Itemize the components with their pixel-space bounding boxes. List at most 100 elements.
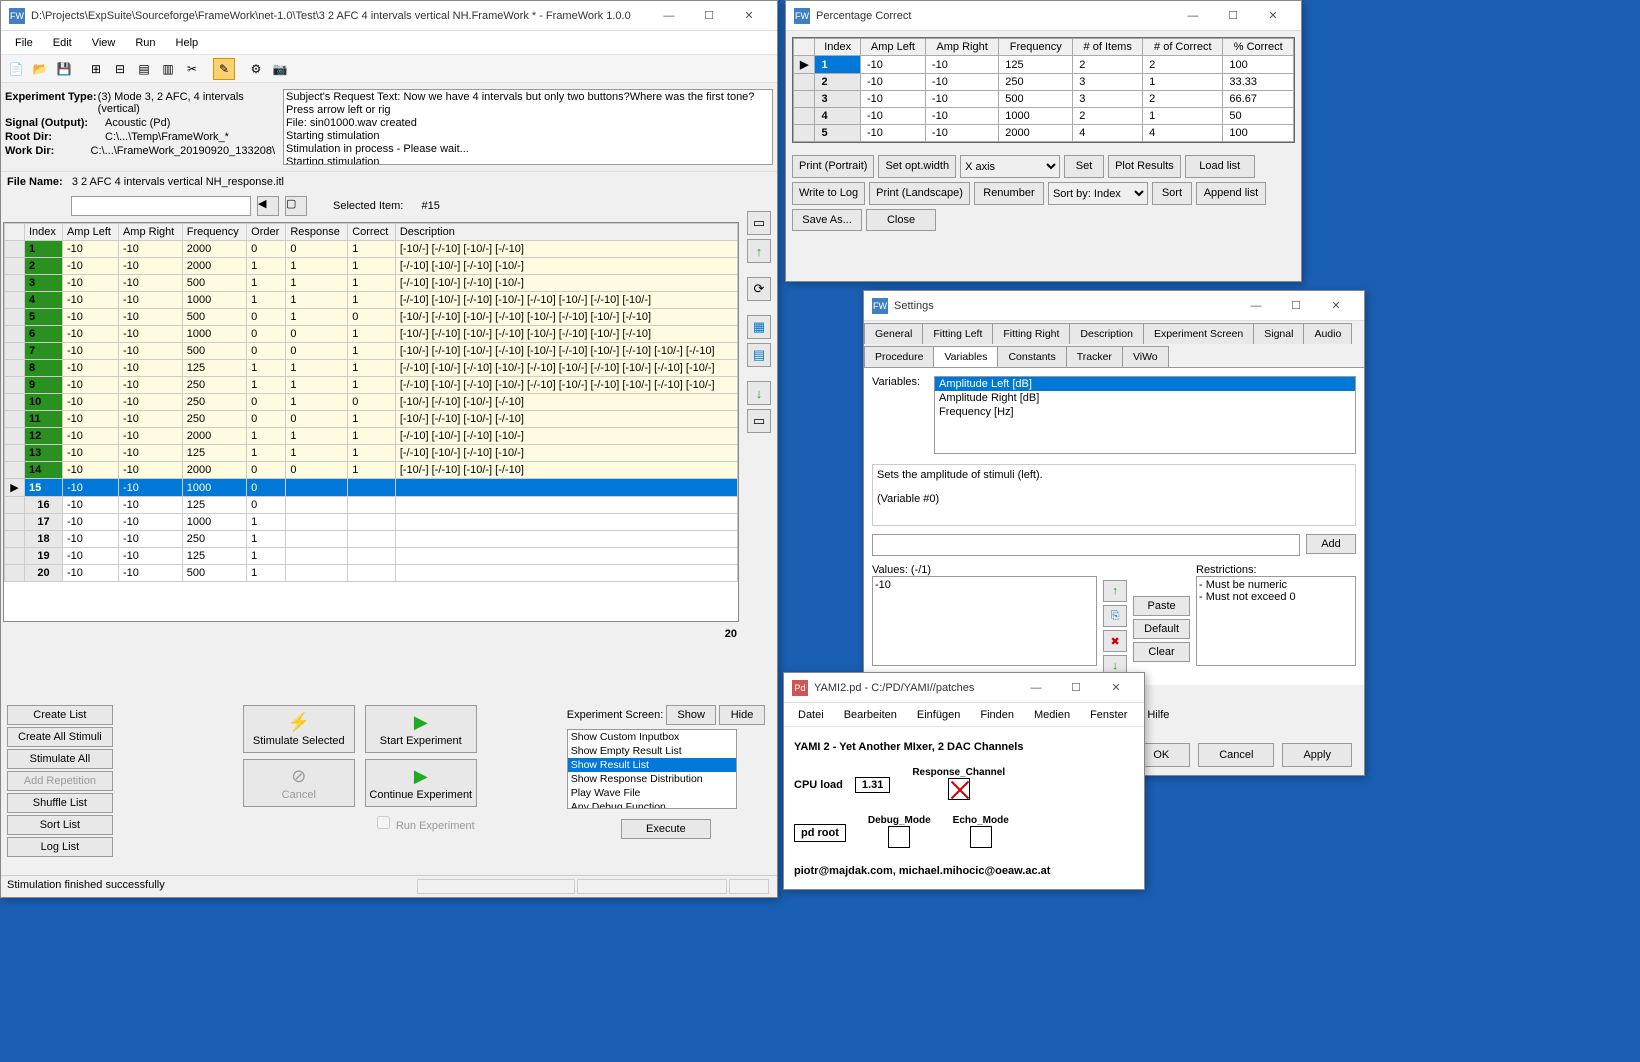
run-experiment-checkbox[interactable] — [377, 816, 390, 829]
close-icon[interactable]: ✕ — [729, 2, 769, 30]
new-variable-input[interactable] — [872, 534, 1300, 556]
tab[interactable]: Tracker — [1066, 346, 1123, 367]
tab[interactable]: Procedure — [864, 346, 934, 367]
close-button[interactable]: Close — [866, 209, 936, 231]
cancel-button[interactable]: Cancel — [1198, 743, 1274, 767]
highlight-icon[interactable]: ✎ — [213, 58, 235, 80]
pc-grid[interactable]: IndexAmp LeftAmp RightFrequency# of Item… — [792, 37, 1295, 143]
list-item[interactable]: Frequency [Hz] — [935, 405, 1355, 419]
menu-item[interactable]: Medien — [1024, 706, 1080, 724]
tool-icon-2[interactable]: ⊟ — [109, 58, 131, 80]
tab[interactable]: General — [864, 323, 923, 344]
echo-mode-toggle[interactable] — [970, 826, 992, 848]
side-collapse-icon[interactable]: ▭ — [747, 211, 771, 235]
menu-edit[interactable]: Edit — [43, 34, 82, 52]
side-grid1-icon[interactable]: ▦ — [747, 315, 771, 339]
side-expand-icon[interactable]: ▭ — [747, 409, 771, 433]
table-row[interactable]: 7-10-10500001[-10/-] [-/-10] [-10/-] [-/… — [5, 343, 738, 360]
table-row[interactable]: 2-10-102000111[-/-10] [-10/-] [-/-10] [-… — [5, 258, 738, 275]
list-item[interactable]: Play Wave File — [568, 786, 736, 800]
item-grid[interactable]: IndexAmp LeftAmp RightFrequencyOrderResp… — [3, 222, 739, 622]
log-output[interactable]: Subject's Request Text: Now we have 4 in… — [283, 89, 773, 165]
list-button[interactable]: Create All Stimuli — [7, 727, 113, 747]
list-button[interactable]: Create List — [7, 705, 113, 725]
list-item[interactable]: Show Result List — [568, 758, 736, 772]
apply-button[interactable]: Apply — [1282, 743, 1352, 767]
renumber-button[interactable]: Renumber — [974, 182, 1044, 205]
append-list-button[interactable]: Append list — [1196, 182, 1266, 205]
plot-results-button[interactable]: Plot Results — [1108, 155, 1181, 178]
next-icon[interactable]: ▢ — [285, 196, 307, 216]
table-row[interactable]: 8-10-10125111[-/-10] [-10/-] [-/-10] [-1… — [5, 360, 738, 377]
table-row[interactable]: 3-10-105003266.67 — [794, 91, 1294, 108]
open-icon[interactable]: 📂 — [29, 58, 51, 80]
default-button[interactable]: Default — [1133, 619, 1190, 639]
menu-item[interactable]: Datei — [788, 706, 834, 724]
maximize-icon[interactable]: ☐ — [1056, 674, 1096, 702]
menu-item[interactable]: Einfügen — [907, 706, 970, 724]
tab[interactable]: Description — [1069, 323, 1144, 344]
config-icon[interactable]: ⚙ — [245, 58, 267, 80]
table-row[interactable]: 1-10-102000001[-10/-] [-/-10] [-10/-] [-… — [5, 241, 738, 258]
maximize-icon[interactable]: ☐ — [689, 2, 729, 30]
minimize-icon[interactable]: — — [1173, 2, 1213, 30]
stimulate-selected-button[interactable]: ⚡Stimulate Selected — [243, 705, 355, 753]
table-row[interactable]: 5-10-10200044100 — [794, 125, 1294, 142]
start-experiment-button[interactable]: ▶Start Experiment — [365, 705, 477, 753]
tool-icon-3[interactable]: ▤ — [133, 58, 155, 80]
side-down-icon[interactable]: ↓ — [747, 381, 771, 405]
table-row[interactable]: 14-10-102000001[-10/-] [-/-10] [-10/-] [… — [5, 462, 738, 479]
hide-button[interactable]: Hide — [719, 705, 765, 725]
tool-icon-4[interactable]: ▥ — [157, 58, 179, 80]
print-portrait-button[interactable]: Print (Portrait) — [792, 155, 874, 178]
table-row[interactable]: 12-10-102000111[-/-10] [-10/-] [-/-10] [… — [5, 428, 738, 445]
camera-icon[interactable]: 📷 — [269, 58, 291, 80]
load-list-button[interactable]: Load list — [1185, 155, 1255, 178]
menu-item[interactable]: Hilfe — [1137, 706, 1179, 724]
paste-button[interactable]: Paste — [1133, 596, 1190, 616]
menu-view[interactable]: View — [82, 34, 126, 52]
menu-file[interactable]: File — [5, 34, 43, 52]
maximize-icon[interactable]: ☐ — [1276, 292, 1316, 320]
table-row[interactable]: 2-10-102503133.33 — [794, 74, 1294, 91]
cancel-stim-button[interactable]: ⊘Cancel — [243, 759, 355, 807]
continue-experiment-button[interactable]: ▶Continue Experiment — [365, 759, 477, 807]
table-row[interactable]: ▶15-10-1010000 — [5, 479, 738, 497]
set-button[interactable]: Set — [1064, 155, 1104, 178]
show-button[interactable]: Show — [666, 705, 716, 725]
menu-run[interactable]: Run — [125, 34, 165, 52]
table-row[interactable]: 9-10-10250111[-/-10] [-10/-] [-/-10] [-1… — [5, 377, 738, 394]
move-up-icon[interactable]: ↑ — [1103, 580, 1127, 602]
execute-button[interactable]: Execute — [621, 819, 711, 839]
table-row[interactable]: 5-10-10500010[-10/-] [-/-10] [-10/-] [-/… — [5, 309, 738, 326]
table-row[interactable]: 6-10-101000001[-10/-] [-/-10] [-10/-] [-… — [5, 326, 738, 343]
response-channel-toggle[interactable] — [948, 778, 970, 800]
list-item[interactable]: Show Custom Inputbox — [568, 730, 736, 744]
set-opt-width-button[interactable]: Set opt.width — [878, 155, 956, 178]
close-icon[interactable]: ✕ — [1316, 292, 1356, 320]
menu-help[interactable]: Help — [166, 34, 209, 52]
table-row[interactable]: 10-10-10250010[-10/-] [-/-10] [-10/-] [-… — [5, 394, 738, 411]
values-textarea[interactable]: -10 — [872, 576, 1097, 666]
list-item[interactable]: Amplitude Left [dB] — [935, 377, 1355, 391]
print-landscape-button[interactable]: Print (Landscape) — [869, 182, 970, 205]
table-row[interactable]: 3-10-10500111[-/-10] [-10/-] [-/-10] [-1… — [5, 275, 738, 292]
list-button[interactable]: Shuffle List — [7, 793, 113, 813]
close-icon[interactable]: ✕ — [1096, 674, 1136, 702]
debug-mode-toggle[interactable] — [888, 826, 910, 848]
delete-icon[interactable]: ✖ — [1103, 630, 1127, 652]
variables-listbox[interactable]: Amplitude Left [dB]Amplitude Right [dB]F… — [934, 376, 1356, 454]
list-button[interactable]: Sort List — [7, 815, 113, 835]
tab[interactable]: Audio — [1303, 323, 1352, 344]
clear-button[interactable]: Clear — [1133, 642, 1190, 662]
list-item[interactable]: Amplitude Right [dB] — [935, 391, 1355, 405]
minimize-icon[interactable]: — — [649, 2, 689, 30]
tab[interactable]: Constants — [997, 346, 1066, 367]
menu-item[interactable]: Finden — [970, 706, 1024, 724]
table-row[interactable]: 16-10-101250 — [5, 497, 738, 514]
minimize-icon[interactable]: — — [1236, 292, 1276, 320]
tab[interactable]: Experiment Screen — [1143, 323, 1254, 344]
pd-root-box[interactable]: pd root — [794, 824, 846, 842]
minimize-icon[interactable]: — — [1016, 674, 1056, 702]
tab[interactable]: Signal — [1253, 323, 1304, 344]
